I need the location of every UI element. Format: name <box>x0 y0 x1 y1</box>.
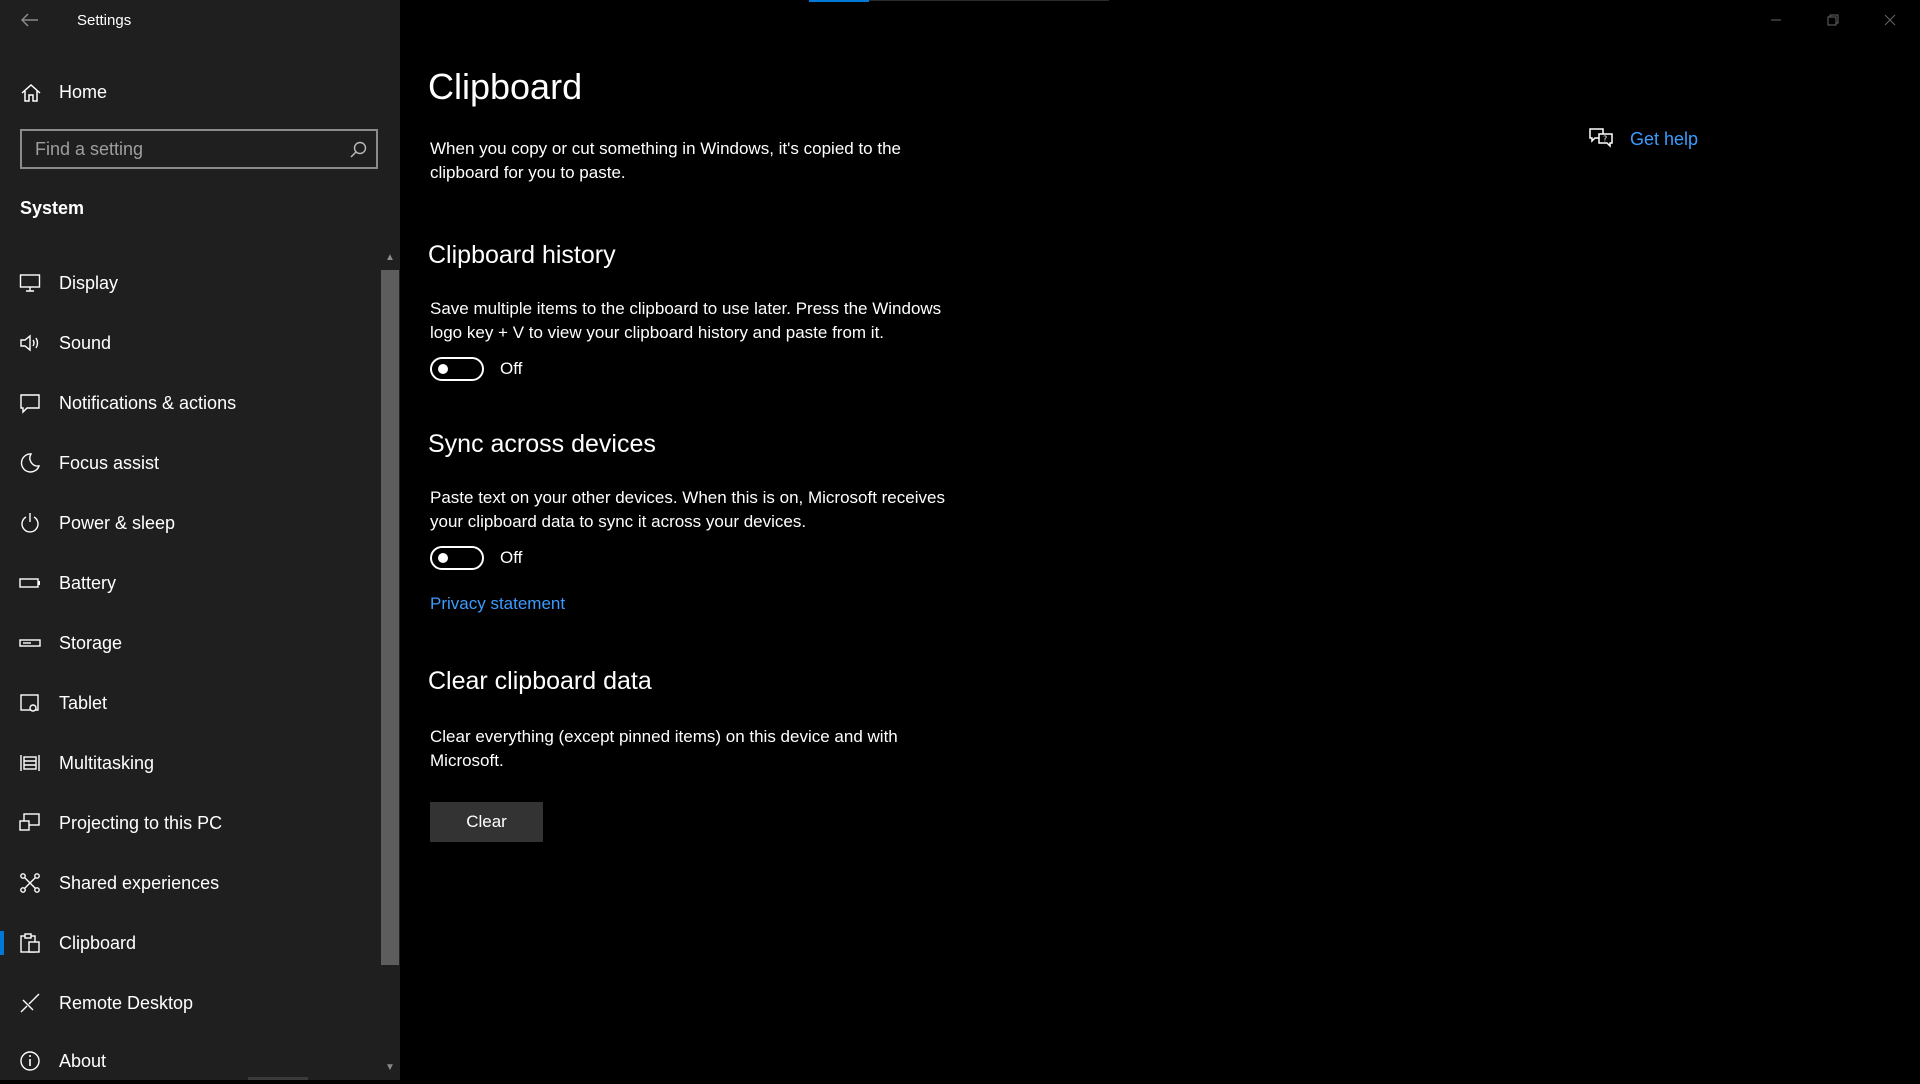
search-input[interactable] <box>22 131 337 167</box>
sidebar-item-home[interactable]: Home <box>0 70 400 114</box>
multitasking-icon <box>20 755 40 771</box>
main-content: Clipboard When you copy or cut something… <box>400 0 1920 1080</box>
sidebar-item-label: Battery <box>59 573 117 593</box>
clipboard-history-description: Save multiple items to the clipboard to … <box>430 299 942 342</box>
chat-help-icon: ? <box>1589 128 1613 148</box>
sidebar-item-label: Multitasking <box>59 753 155 773</box>
back-arrow-icon <box>21 13 38 27</box>
scroll-up-icon[interactable]: ▲ <box>383 252 397 264</box>
tablet-icon <box>20 694 39 712</box>
section-title: System <box>20 198 85 218</box>
sidebar-item-label: Power & sleep <box>59 513 176 533</box>
sidebar-item-label: Clipboard <box>59 933 137 953</box>
sidebar-item-remote-desktop[interactable]: Remote Desktop <box>0 980 380 1026</box>
sidebar-item-notifications[interactable]: Notifications & actions <box>0 380 380 426</box>
clipboard-icon <box>20 933 40 953</box>
svg-text:?: ? <box>1603 135 1607 144</box>
sidebar-item-tablet[interactable]: Tablet <box>0 680 380 726</box>
clear-heading: Clear clipboard data <box>428 667 652 695</box>
sync-description: Paste text on your other devices. When t… <box>430 488 945 531</box>
sidebar-item-shared-experiences[interactable]: Shared experiences <box>0 860 380 906</box>
sidebar-item-label: Tablet <box>59 693 108 713</box>
scrollbar-thumb[interactable] <box>381 270 399 965</box>
back-button[interactable] <box>16 8 44 32</box>
search-box[interactable] <box>20 129 378 169</box>
sync-state: Off <box>500 548 523 567</box>
sidebar-item-focus-assist[interactable]: Focus assist <box>0 440 380 486</box>
sidebar-item-storage[interactable]: Storage <box>0 620 380 666</box>
toggle-knob <box>438 553 448 563</box>
home-icon <box>21 83 41 102</box>
sidebar-item-label: Projecting to this PC <box>59 813 223 833</box>
toggle-knob <box>438 364 448 374</box>
sound-icon <box>20 334 39 352</box>
sidebar-item-label: Storage <box>59 633 123 653</box>
sidebar-item-multitasking[interactable]: Multitasking <box>0 740 380 786</box>
scroll-down-icon[interactable]: ▼ <box>383 1062 397 1074</box>
intro-text: When you copy or cut something in Window… <box>430 139 901 182</box>
clipboard-history-state: Off <box>500 359 523 378</box>
home-label: Home <box>59 82 108 102</box>
clipboard-history-heading: Clipboard history <box>428 241 616 269</box>
clipboard-history-toggle[interactable] <box>430 357 484 381</box>
projecting-icon <box>19 813 40 831</box>
sidebar-item-clipboard[interactable]: Clipboard <box>0 920 380 966</box>
power-icon <box>21 513 39 533</box>
search-icon[interactable] <box>348 140 368 160</box>
shared-experiences-icon <box>20 873 40 893</box>
sidebar-item-label: Remote Desktop <box>59 993 194 1013</box>
sidebar-item-label: Focus assist <box>59 453 160 473</box>
battery-icon <box>19 578 40 588</box>
sidebar-item-power-sleep[interactable]: Power & sleep <box>0 500 380 546</box>
sidebar-item-sound[interactable]: Sound <box>0 320 380 366</box>
sync-heading: Sync across devices <box>428 430 656 458</box>
get-help-link[interactable]: Get help <box>1630 129 1698 150</box>
info-icon <box>20 1051 40 1071</box>
sidebar-item-battery[interactable]: Battery <box>0 560 380 606</box>
sync-toggle[interactable] <box>430 546 484 570</box>
moon-icon <box>20 453 41 473</box>
sidebar-item-label: Sound <box>59 333 112 353</box>
title-bar: Settings <box>0 0 400 40</box>
sidebar-item-label: About <box>59 1051 107 1071</box>
storage-icon <box>19 639 41 647</box>
app-title: Settings <box>77 12 132 29</box>
privacy-statement-link[interactable]: Privacy statement <box>430 594 565 614</box>
notifications-icon <box>20 394 40 414</box>
sidebar: Settings Home System Display Sound <box>0 0 400 1080</box>
clear-description: Clear everything (except pinned items) o… <box>430 727 898 770</box>
sidebar-item-label: Notifications & actions <box>59 393 237 413</box>
sidebar-item-display[interactable]: Display <box>0 260 380 306</box>
clear-button[interactable]: Clear <box>430 802 543 842</box>
sidebar-item-label: Shared experiences <box>59 873 220 893</box>
sidebar-item-projecting[interactable]: Projecting to this PC <box>0 800 380 846</box>
page-title: Clipboard <box>428 66 583 107</box>
remote-desktop-icon <box>20 993 40 1013</box>
sidebar-item-about[interactable]: About <box>0 1038 380 1084</box>
display-icon <box>19 274 41 292</box>
sidebar-item-label: Display <box>59 273 119 293</box>
